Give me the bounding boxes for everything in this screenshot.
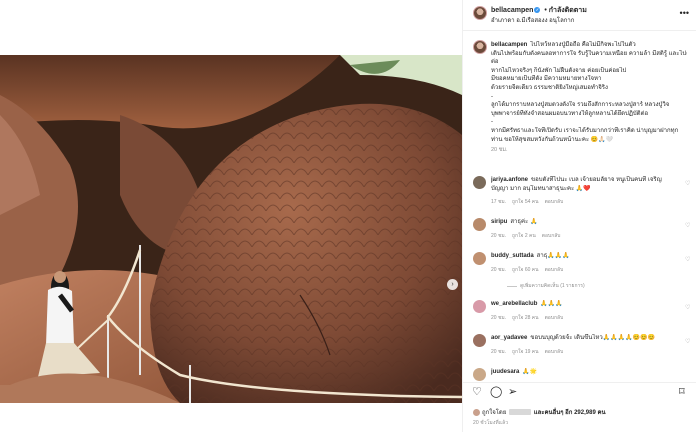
comment-username[interactable]: we_arebellaclub [491,301,537,307]
likes-summary[interactable]: ถูกใจโดย และคนอื่นๆ อีก 292,989 คน [473,407,606,417]
comment-meta: 20 ชม. ถูกใจ 2 คน ตอบกลับ [491,232,560,240]
reply-button[interactable]: ตอบกลับ [545,314,564,322]
heart-icon[interactable]: ♡ [685,222,690,229]
ellipsis-icon[interactable]: ••• [680,8,689,18]
reply-button[interactable]: ตอบกลับ [545,266,564,274]
comment-body-line2: บัญญา มาก อนุโมทนาสาธุนะคะ 🙏❤️ [491,186,591,192]
avatar[interactable] [473,6,487,20]
post-side-panel: bellacampen ✓ • กำลังติดตาม อำเภาดา อ.มีเ… [462,0,696,432]
avatar[interactable] [473,252,486,265]
reply-button[interactable]: ตอบกลับ [542,232,561,240]
comment-text: buddy_suttada สาธุ🙏🙏🙏 [491,252,681,260]
caption-line: บุพพาจารย์ที่ทั้งจำสอนผมอบนวทางให้ลูกหลา… [491,110,649,117]
post-header: bellacampen ✓ • กำลังติดตาม อำเภาดา อ.มีเ… [463,0,696,30]
header-username[interactable]: bellacampen [491,7,533,14]
comment-body: สาธุ🙏🙏🙏 [536,253,570,259]
comment-username[interactable]: buddy_suttada [491,253,534,259]
follow-status-button[interactable]: • กำลังติดตาม [544,7,586,14]
comment-text: we_arebellaclub 🙏🙏🙏 [491,300,681,308]
caption-line: หากไม่ไหวจริงๆ ก็นั่งพัก ไม่ฝืนตั้งจาย ค… [491,67,627,74]
comment-meta: 20 ชม. ถูกใจ 28 คน ตอบกลับ [491,314,563,322]
reply-button[interactable]: ตอบกลับ [545,348,564,356]
comment-text: jariya.anfone ขอบตั้งที่ไปนะ เบล เจ้ายอมล… [491,176,681,184]
likes-count: 292,989 คน [574,410,606,416]
comment-username[interactable]: aor_yadavee [491,335,527,341]
avatar [473,408,480,416]
comment-meta: 20 ชม. ถูกใจ 60 คน ตอบกลับ [491,266,563,274]
caption-line: ลูกได้มากราบหลวงปู่สมดวงตั้งใจ รวมถึงสัก… [491,102,670,109]
comment-time: 20 ชม. [491,315,507,321]
post-photo[interactable]: › [0,55,462,403]
comment-time: 17 ชม. [491,199,507,205]
caption-username[interactable]: bellacampen [491,42,527,48]
bookmark-icon[interactable]: ⌑ [679,386,685,398]
heart-icon[interactable]: ♡ [685,256,690,263]
comment-likes[interactable]: ถูกใจ 60 คน [512,266,539,274]
caption-line: ด้วยรายจีตเดียว ธรรมชาติยิ่งใหญ่เสมอทำจิ… [491,84,608,91]
caption-avatar[interactable] [473,40,487,54]
avatar[interactable] [473,368,486,381]
next-image-button[interactable]: › [447,279,458,290]
replies-divider [507,285,517,287]
comment-username[interactable]: jariya.anfone [491,177,528,183]
heart-icon[interactable]: ♡ [472,386,482,398]
divider [463,30,696,31]
comment-body: 🙏🌟 [522,369,538,375]
comment-time: 20 ชม. [491,267,507,273]
caption-line: - [491,119,493,126]
avatar[interactable] [473,176,486,189]
heart-icon[interactable]: ♡ [685,304,690,311]
avatar[interactable] [473,334,486,347]
reply-button[interactable]: ตอบกลับ [545,198,564,206]
caption-line: ไปไหว้หลวงปู่มือถือ คือไม่มีกิจพะไปในตัว [530,42,636,48]
caption-line: - [491,93,493,100]
comment-text: siripu สาธุค่ะ 🙏 [491,218,681,226]
comment-username[interactable]: siripu [491,219,507,225]
comment-text: juudesara 🙏🌟 [491,368,681,376]
comment-meta: 20 ชม. ถูกใจ 19 คน ตอบกลับ [491,348,563,356]
comment-username[interactable]: juudesara [491,369,519,375]
comment-meta: 17 ชม. ถูกใจ 54 คน ตอบกลับ [491,198,563,206]
comment-time: 20 ชม. [491,233,507,239]
post-actions: ♡ ◯ ➢ ⌑ [463,386,696,404]
redacted-username [509,409,532,416]
heart-icon[interactable]: ♡ [685,338,690,345]
post-caption: bellacampen ไปไหว้หลวงปู่มือถือ คือไม่มีก… [491,41,687,155]
post-location[interactable]: อำเภาดา อ.มีเรือสองง อนุโลกาก [491,15,574,25]
cave-rock-image [0,55,462,403]
comment-body: ขอบตั้งที่ไปนะ เบล เจ้ายอมลัยาจ หนูเป็นค… [531,177,662,183]
caption-line: ท่าน ขอให้สุขสมหวังกันถ้วนหน้านะคะ 😊🙏🏻🤍 [491,136,614,143]
comment-body: ขอบนบุญด้วยจ้ะ เดินขึ้นไหว🙏🙏🙏🙏😊😊😊 [530,335,655,341]
comment-body: สาธุค่ะ 🙏 [510,219,538,225]
caption-line: หากมีศรัทธาและใจที่เปิดรับ เราจะได้รับมา… [491,127,679,134]
view-replies-button[interactable]: ดูเพิ่มความคิดเห็น (1 รายการ) [507,282,585,290]
comment-likes[interactable]: ถูกใจ 19 คน [512,348,539,356]
likes-and-label: และคนอื่นๆ อีก [533,410,573,416]
likes-prefix: ถูกใจโดย [482,410,507,416]
comment-time: 20 ชม. [491,349,507,355]
comment-icon[interactable]: ◯ [490,386,502,398]
caption-time: 20 ชม. [491,147,508,154]
post-date: 20 ชั่วโมงที่แล้ว [473,420,509,426]
avatar[interactable] [473,300,486,313]
comment-text: aor_yadavee ขอบนบุญด้วยจ้ะ เดินขึ้นไหว🙏🙏🙏… [491,334,681,342]
avatar[interactable] [473,218,486,231]
comment-likes[interactable]: ถูกใจ 54 คน [512,198,539,206]
comment-likes[interactable]: ถูกใจ 28 คน [512,314,539,322]
verified-icon: ✓ [534,7,541,14]
caption-line: มีขอคหมายเป็นที่ตั้ง มีความหมายทางใจหา [491,76,602,83]
caption-line: ต่อ [491,59,499,66]
comment-body: 🙏🙏🙏 [540,301,563,307]
heart-icon[interactable]: ♡ [685,180,690,187]
caption-line: เดินไปพร้อมกับตั้งคนลอทาการใจ รับรู้ในคว… [491,50,687,57]
comment-likes[interactable]: ถูกใจ 2 คน [512,232,536,240]
paper-plane-icon[interactable]: ➢ [508,386,517,398]
divider [463,382,696,383]
view-replies-label[interactable]: ดูเพิ่มความคิดเห็น (1 รายการ) [520,282,585,290]
